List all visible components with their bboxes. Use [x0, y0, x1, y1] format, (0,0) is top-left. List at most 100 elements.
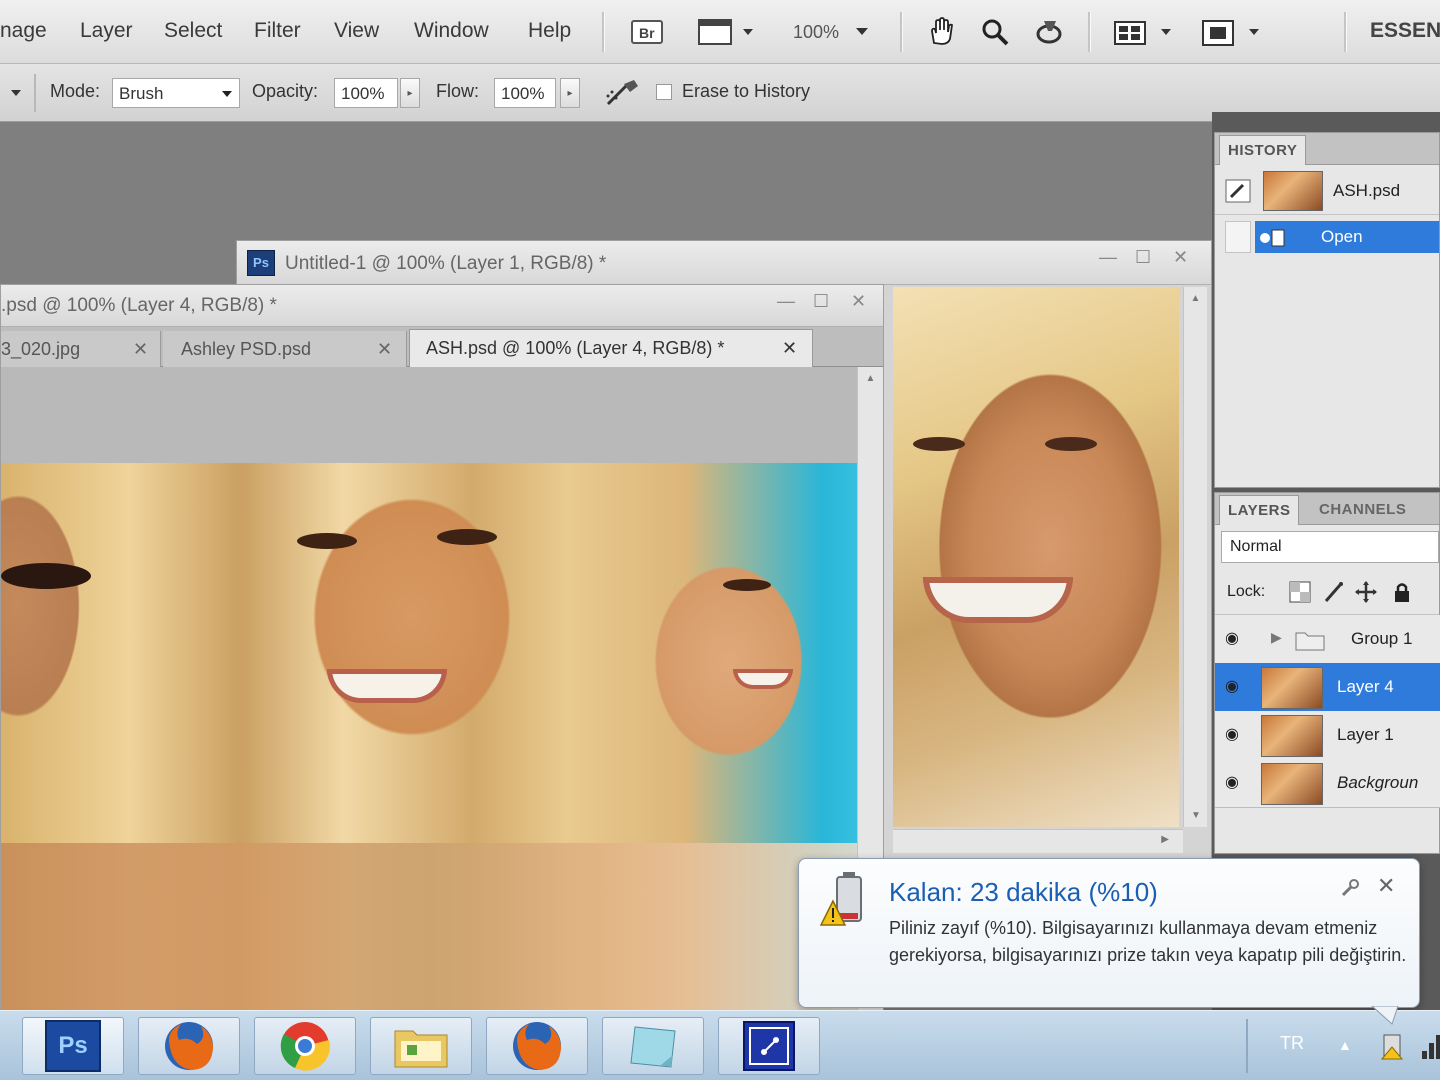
flow-label: Flow:: [436, 81, 480, 101]
panel-tab-bar: HISTORY: [1215, 133, 1439, 165]
visibility-eye-icon[interactable]: ◉: [1225, 724, 1251, 746]
flow-slider-button[interactable]: ▸: [560, 78, 580, 108]
image-detail: [923, 577, 1073, 623]
hand-icon: [931, 17, 953, 45]
lock-brush-icon[interactable]: [1323, 581, 1345, 603]
battery-tray-icon[interactable]: [1378, 1031, 1408, 1061]
layer-thumbnail: [1261, 667, 1323, 709]
taskbar-sticky-notes[interactable]: [602, 1017, 704, 1075]
snapshot-thumbnail: [1263, 171, 1323, 211]
taskbar-firefox[interactable]: [138, 1017, 240, 1075]
workspace-switcher[interactable]: ESSEN: [1370, 19, 1440, 43]
taskbar-firefox-2[interactable]: [486, 1017, 588, 1075]
menu-layer[interactable]: Layer: [80, 19, 133, 43]
tab-document-1[interactable]: 3_020.jpg ✕: [1, 331, 161, 367]
close-icon[interactable]: ✕: [851, 291, 866, 312]
history-state-selected[interactable]: Open: [1255, 221, 1439, 253]
layer-row-selected[interactable]: ◉ Layer 4: [1215, 663, 1440, 712]
image-detail: [733, 669, 793, 689]
canvas-pasteboard: [1, 367, 857, 463]
folder-icon: [394, 1030, 448, 1068]
zoom-tool-button[interactable]: [978, 14, 1012, 50]
taskbar-explorer[interactable]: [370, 1017, 472, 1075]
image-detail: [1, 843, 857, 1013]
language-indicator[interactable]: TR: [1280, 1033, 1304, 1054]
blend-mode-select[interactable]: Normal: [1221, 531, 1439, 563]
layer-row-group[interactable]: ◉ ▶ Group 1: [1215, 615, 1440, 664]
panel-tab-bar: LAYERS CHANNELS: [1215, 493, 1439, 525]
airbrush-button[interactable]: [604, 78, 642, 110]
minimize-icon[interactable]: —: [1099, 247, 1117, 268]
visibility-eye-icon[interactable]: ◉: [1225, 772, 1251, 794]
erase-to-history-checkbox[interactable]: [656, 84, 672, 100]
screen-mode-button[interactable]: [1198, 14, 1264, 50]
snapshot-label: ASH.psd: [1333, 181, 1401, 200]
horizontal-scrollbar[interactable]: ▶: [893, 829, 1183, 853]
layer-row-background[interactable]: ◉ Backgroun: [1215, 759, 1440, 808]
notification-body: Piliniz zayıf (%10). Bilgisayarınızı kul…: [889, 918, 1407, 965]
expand-triangle-icon[interactable]: ▶: [1271, 629, 1282, 646]
taskbar-app[interactable]: [718, 1017, 820, 1075]
layer-name: Backgroun: [1337, 773, 1419, 792]
taskbar-chrome[interactable]: [254, 1017, 356, 1075]
chevron-down-icon[interactable]: [10, 88, 24, 100]
visibility-eye-icon[interactable]: ◉: [1225, 628, 1251, 650]
tab-document-active[interactable]: ASH.psd @ 100% (Layer 4, RGB/8) * ✕: [409, 329, 813, 367]
layer-thumbnail: [1261, 763, 1323, 805]
rotate-view-icon: [1036, 21, 1062, 44]
opacity-slider-button[interactable]: ▸: [400, 78, 420, 108]
tab-document-2[interactable]: Ashley PSD.psd ✕: [163, 331, 407, 367]
tab-channels[interactable]: CHANNELS: [1311, 495, 1414, 525]
menu-help[interactable]: Help: [528, 19, 571, 43]
arrange-documents-button[interactable]: [1110, 14, 1176, 50]
close-icon[interactable]: ✕: [133, 339, 148, 360]
menu-window[interactable]: Window: [414, 19, 489, 43]
bridge-button[interactable]: Br: [628, 14, 666, 50]
document-title-bar[interactable]: .psd @ 100% (Layer 4, RGB/8) * — ☐ ✕: [1, 285, 883, 327]
hand-tool-button[interactable]: [924, 14, 958, 50]
close-icon[interactable]: ✕: [782, 338, 797, 359]
network-tray-icon[interactable]: [1420, 1033, 1440, 1061]
menu-select[interactable]: Select: [164, 19, 222, 43]
tab-label: 3_020.jpg: [1, 339, 81, 359]
show-hidden-icons-icon[interactable]: ▲: [1338, 1037, 1352, 1053]
lock-move-icon[interactable]: [1355, 581, 1377, 603]
taskbar-photoshop[interactable]: Ps: [22, 1017, 124, 1075]
flow-input[interactable]: 100%: [494, 78, 556, 108]
lock-transparency-icon[interactable]: [1289, 581, 1311, 603]
zoom-level-select[interactable]: 100%: [788, 14, 878, 50]
menu-image[interactable]: nage: [0, 19, 47, 43]
close-icon[interactable]: ✕: [1377, 873, 1395, 899]
view-extras-button[interactable]: [696, 14, 758, 50]
untitled-canvas-image[interactable]: [893, 287, 1179, 827]
photoshop-icon: Ps: [247, 250, 275, 276]
tab-history[interactable]: HISTORY: [1219, 135, 1307, 165]
history-brush-source-slot[interactable]: [1225, 221, 1251, 253]
document-title-bar[interactable]: Ps Untitled-1 @ 100% (Layer 1, RGB/8) * …: [237, 241, 1211, 285]
maximize-icon[interactable]: ☐: [813, 291, 829, 312]
history-brush-source-icon[interactable]: [1225, 179, 1251, 203]
minimize-icon[interactable]: —: [777, 291, 795, 312]
battery-notification-balloon[interactable]: Kalan: 23 dakika (%10) ✕ Piliniz zayıf (…: [798, 858, 1420, 1008]
document-tab-bar: 3_020.jpg ✕ Ashley PSD.psd ✕ ASH.psd @ 1…: [1, 327, 883, 367]
history-state-row[interactable]: Open: [1215, 217, 1439, 257]
lock-all-icon[interactable]: [1391, 581, 1413, 603]
airbrush-icon: [606, 80, 638, 106]
visibility-eye-icon[interactable]: ◉: [1225, 676, 1251, 698]
rotate-view-button[interactable]: [1032, 14, 1066, 50]
tab-layers[interactable]: LAYERS: [1219, 495, 1300, 525]
image-detail: [297, 533, 357, 549]
options-icon[interactable]: [1339, 877, 1361, 899]
maximize-icon[interactable]: ☐: [1135, 247, 1151, 268]
mode-select[interactable]: Brush: [112, 78, 240, 108]
main-canvas-image[interactable]: [1, 463, 857, 1013]
menu-view[interactable]: View: [334, 19, 379, 43]
opacity-input[interactable]: 100%: [334, 78, 398, 108]
history-snapshot-row[interactable]: ASH.psd: [1215, 167, 1439, 215]
vertical-scrollbar[interactable]: ▲ ▼: [1183, 287, 1207, 827]
close-icon[interactable]: ✕: [1173, 247, 1188, 268]
close-icon[interactable]: ✕: [377, 339, 392, 360]
menu-filter[interactable]: Filter: [254, 19, 301, 43]
document-window-tabbed: .psd @ 100% (Layer 4, RGB/8) * — ☐ ✕ 3_0…: [0, 284, 884, 1013]
layer-row[interactable]: ◉ Layer 1: [1215, 711, 1440, 760]
